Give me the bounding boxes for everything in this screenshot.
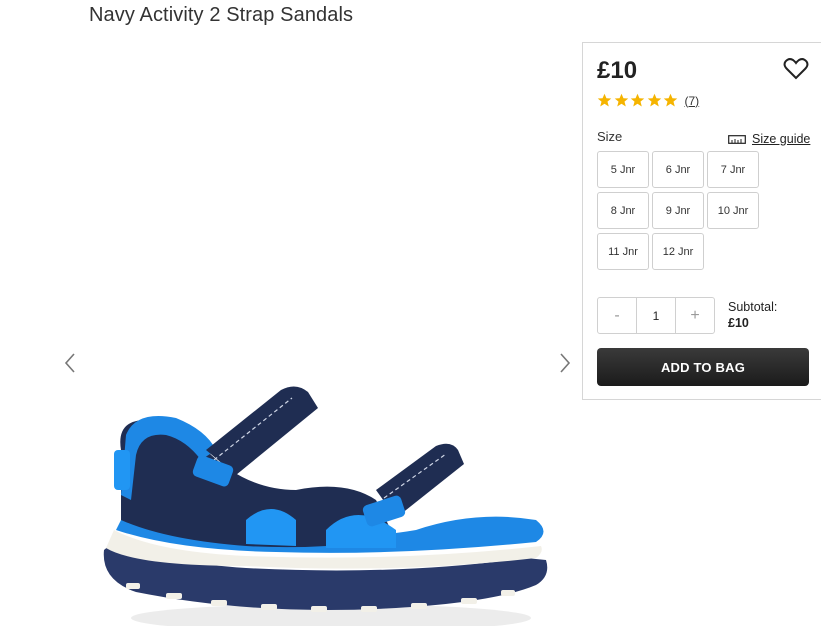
star-icon [647, 93, 661, 107]
size-option[interactable]: 10 Jnr [707, 192, 759, 229]
size-option[interactable]: 11 Jnr [597, 233, 649, 270]
subtotal: Subtotal: £10 [728, 299, 777, 331]
chevron-right-icon [560, 353, 571, 373]
size-guide-link[interactable]: Size guide [728, 132, 810, 146]
size-option[interactable]: 9 Jnr [652, 192, 704, 229]
wishlist-button[interactable] [783, 57, 809, 81]
quantity-stepper: - 1 + [597, 297, 715, 334]
star-icon [663, 93, 678, 107]
subtotal-label: Subtotal: [728, 300, 778, 314]
ruler-icon [728, 134, 746, 144]
gallery-prev-button[interactable] [60, 350, 80, 376]
star-icon [630, 93, 645, 107]
size-option[interactable]: 6 Jnr [652, 151, 704, 188]
review-count-link[interactable]: (7) [685, 94, 700, 108]
size-option[interactable]: 8 Jnr [597, 192, 649, 229]
size-option[interactable]: 7 Jnr [707, 151, 759, 188]
size-guide-label: Size guide [752, 132, 811, 146]
chevron-left-icon [64, 353, 75, 373]
quantity-value[interactable]: 1 [636, 298, 676, 333]
quantity-increase-button[interactable]: + [676, 298, 714, 333]
add-to-bag-button[interactable]: ADD TO BAG [597, 348, 809, 386]
gallery-next-button[interactable] [555, 350, 575, 376]
quantity-decrease-button[interactable]: - [598, 298, 636, 333]
product-gallery [60, 40, 580, 626]
heart-icon [783, 58, 809, 80]
size-label: Size [597, 129, 623, 144]
size-option[interactable]: 5 Jnr [597, 151, 649, 188]
purchase-panel: £10 (7) Size Size guide 5 Jnr 6 Jnr 7 Jn… [582, 42, 821, 400]
star-icon [597, 93, 612, 107]
product-image [103, 386, 548, 626]
size-option[interactable]: 12 Jnr [652, 233, 704, 270]
product-title: Navy Activity 2 Strap Sandals [89, 4, 354, 26]
subtotal-value: £10 [728, 316, 749, 330]
star-icon [614, 93, 628, 107]
product-rating: (7) [597, 93, 699, 108]
product-price: £10 [597, 57, 638, 84]
